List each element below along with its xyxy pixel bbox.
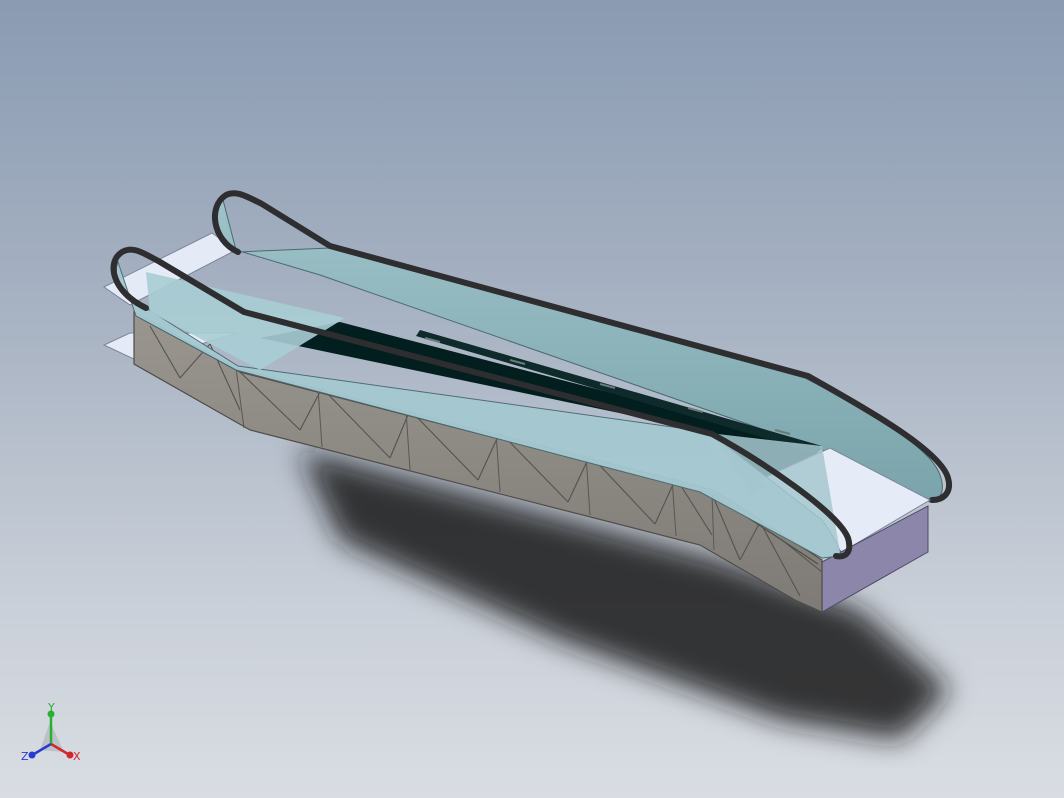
z-axis-tip xyxy=(28,751,36,759)
z-axis-label: Z xyxy=(21,750,29,763)
escalator-model[interactable] xyxy=(0,0,1064,798)
cad-viewport[interactable]: Y X Z xyxy=(0,0,1064,798)
y-axis-label: Y xyxy=(47,702,55,714)
orientation-triad[interactable]: Y X Z xyxy=(14,702,84,772)
x-axis-label: X xyxy=(73,750,81,763)
